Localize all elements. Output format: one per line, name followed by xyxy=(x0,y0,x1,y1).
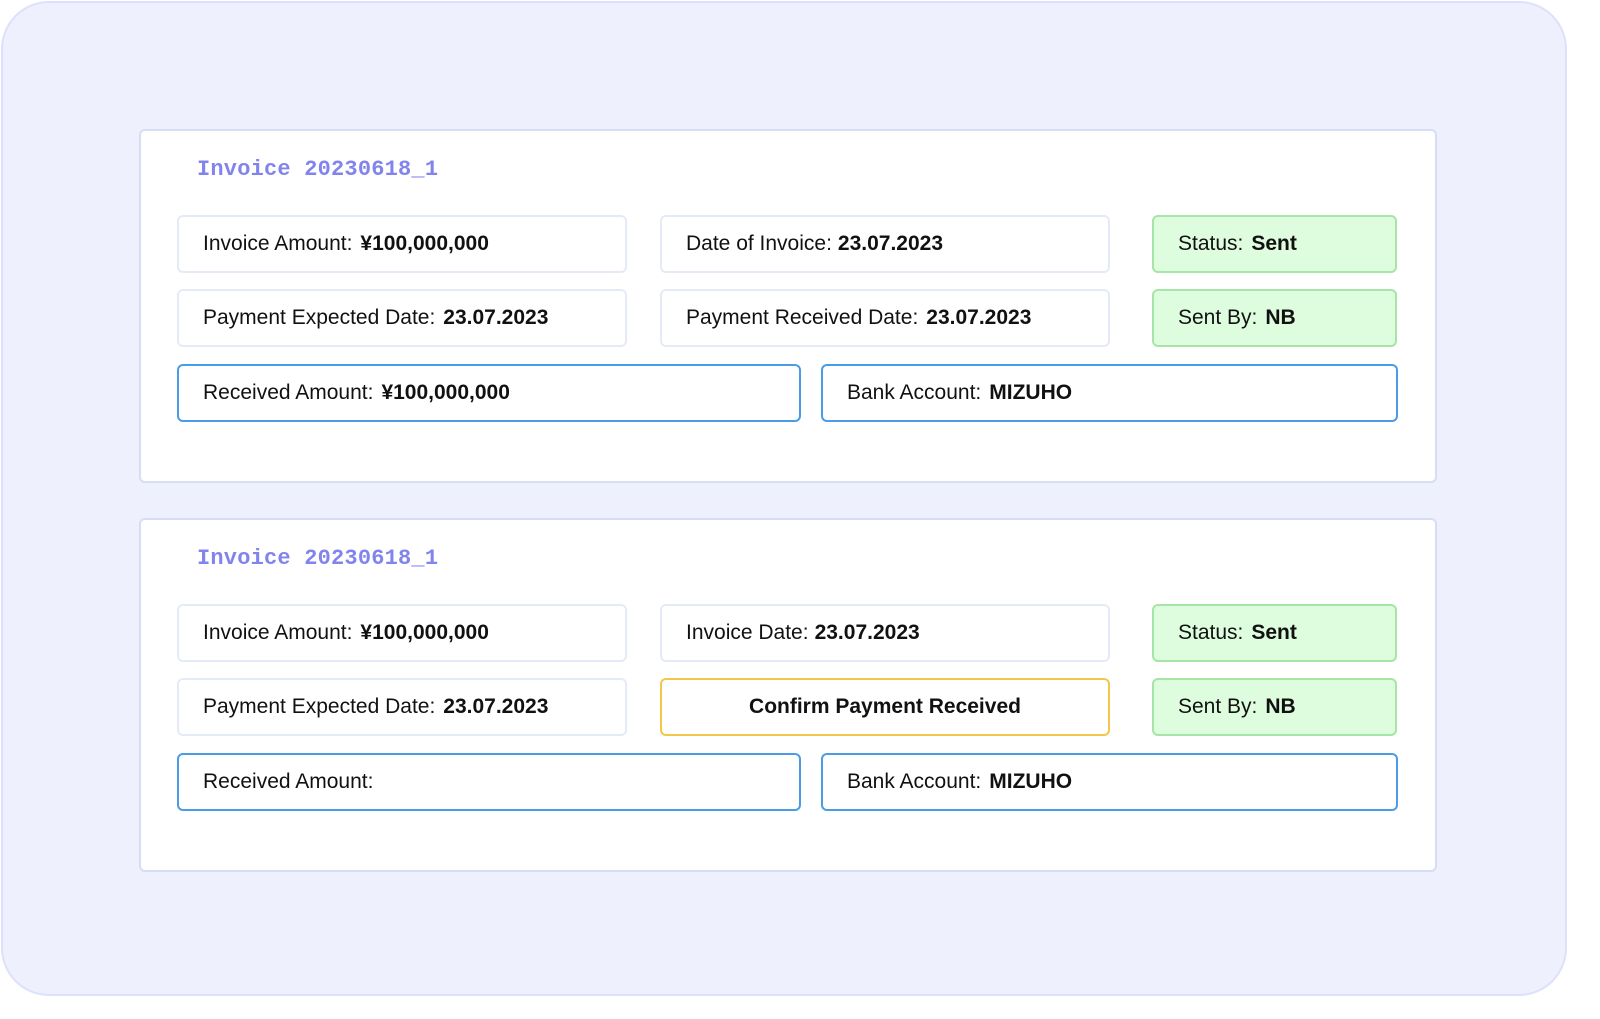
status-badge: Status: Sent xyxy=(1152,604,1397,662)
received-amount-field[interactable]: Received Amount: ¥100,000,000 xyxy=(177,364,801,422)
invoice-date-value: 23.07.2023 xyxy=(837,232,944,255)
received-amount-label: Received Amount: xyxy=(203,381,374,404)
status-label: Status: xyxy=(1178,621,1244,644)
invoice-date-label: Date of Invoice: xyxy=(686,232,832,255)
bank-account-value[interactable]: MIZUHO xyxy=(989,770,1072,794)
received-amount-label: Received Amount: xyxy=(203,770,374,793)
received-amount-value[interactable]: ¥100,000,000 xyxy=(381,381,509,405)
confirm-payment-received-button[interactable]: Confirm Payment Received xyxy=(660,678,1110,736)
payment-expected-date-label: Payment Expected Date: xyxy=(203,695,436,718)
status-badge: Status: Sent xyxy=(1152,215,1397,273)
bank-account-field[interactable]: Bank Account: MIZUHO xyxy=(821,364,1398,422)
invoice-title: Invoice 20230618_1 xyxy=(197,157,439,182)
sent-by-value: NB xyxy=(1265,695,1296,718)
invoice-date-field: Invoice Date: 23.07.2023 xyxy=(660,604,1110,662)
payment-received-date-value: 23.07.2023 xyxy=(926,306,1032,329)
sent-by-badge: Sent By: NB xyxy=(1152,678,1397,736)
page-frame: Invoice 20230618_1 Invoice Amount: ¥100,… xyxy=(1,1,1567,996)
sent-by-label: Sent By: xyxy=(1178,306,1258,329)
invoice-title: Invoice 20230618_1 xyxy=(197,546,439,571)
invoice-amount-label: Invoice Amount: xyxy=(203,232,353,255)
sent-by-badge: Sent By: NB xyxy=(1152,289,1397,347)
invoice-date-label: Invoice Date: xyxy=(686,621,809,644)
bank-account-value[interactable]: MIZUHO xyxy=(989,381,1072,405)
invoice-amount-field: Invoice Amount: ¥100,000,000 xyxy=(177,604,627,662)
payment-expected-date-value: 23.07.2023 xyxy=(443,306,549,329)
payment-expected-date-field: Payment Expected Date: 23.07.2023 xyxy=(177,289,627,347)
status-value: Sent xyxy=(1251,232,1297,255)
invoice-date-field: Date of Invoice: 23.07.2023 xyxy=(660,215,1110,273)
sent-by-label: Sent By: xyxy=(1178,695,1258,718)
received-amount-input[interactable] xyxy=(381,770,682,794)
payment-expected-date-value: 23.07.2023 xyxy=(443,695,549,718)
bank-account-field[interactable]: Bank Account: MIZUHO xyxy=(821,753,1398,811)
payment-received-date-label: Payment Received Date: xyxy=(686,306,919,329)
invoice-card-pending: Invoice 20230618_1 Invoice Amount: ¥100,… xyxy=(139,518,1437,872)
sent-by-value: NB xyxy=(1265,306,1296,329)
bank-account-label: Bank Account: xyxy=(847,381,982,404)
invoice-amount-label: Invoice Amount: xyxy=(203,621,353,644)
status-value: Sent xyxy=(1251,621,1297,644)
invoice-card-sent: Invoice 20230618_1 Invoice Amount: ¥100,… xyxy=(139,129,1437,483)
payment-expected-date-field: Payment Expected Date: 23.07.2023 xyxy=(177,678,627,736)
payment-expected-date-label: Payment Expected Date: xyxy=(203,306,436,329)
status-label: Status: xyxy=(1178,232,1244,255)
received-amount-field[interactable]: Received Amount: xyxy=(177,753,801,811)
invoice-date-value: 23.07.2023 xyxy=(814,621,920,644)
invoice-amount-field: Invoice Amount: ¥100,000,000 xyxy=(177,215,627,273)
invoice-amount-value: ¥100,000,000 xyxy=(360,621,489,644)
invoice-amount-value: ¥100,000,000 xyxy=(360,232,489,255)
confirm-payment-received-label: Confirm Payment Received xyxy=(749,695,1021,718)
payment-received-date-field: Payment Received Date: 23.07.2023 xyxy=(660,289,1110,347)
bank-account-label: Bank Account: xyxy=(847,770,982,793)
